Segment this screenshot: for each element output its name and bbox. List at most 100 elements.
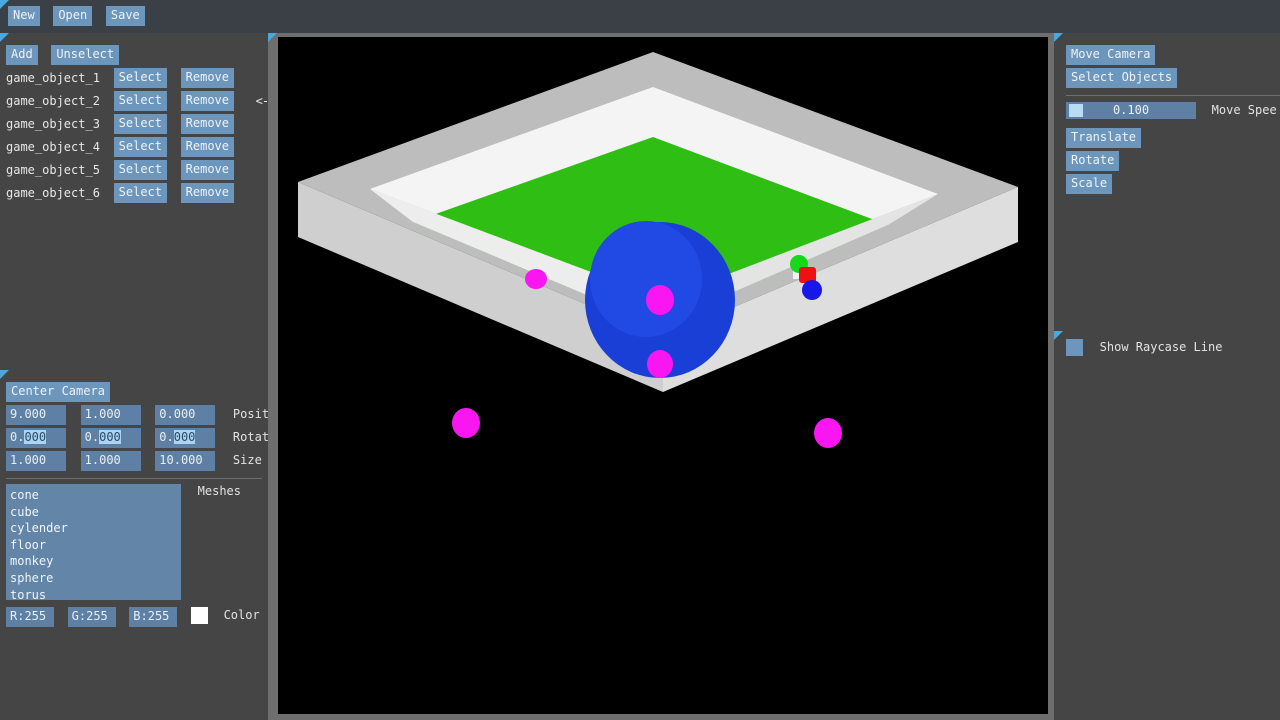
color-swatch[interactable] <box>190 607 208 624</box>
object-properties-panel: Center Camera 9.000 1.000 0.000 Position… <box>0 370 291 630</box>
scene-sphere-highlight <box>590 221 702 337</box>
remove-object-button[interactable]: Remove <box>180 183 234 203</box>
position-z-field[interactable]: 0.000 <box>155 405 216 425</box>
translate-row: Translate <box>1054 125 1280 151</box>
size-row: 1.000 1.000 10.000 Size <box>0 451 268 474</box>
scene-marker <box>647 350 673 378</box>
move-camera-row: Move Camera <box>1054 33 1280 68</box>
remove-object-button[interactable]: Remove <box>180 91 234 111</box>
size-y-field[interactable]: 1.000 <box>80 451 141 471</box>
panel-resize-triangle-icon[interactable] <box>0 33 9 42</box>
rotation-y-field[interactable]: 0.000 <box>80 428 141 448</box>
object-name-label: game_object_1 <box>6 71 100 85</box>
size-z-field[interactable]: 10.000 <box>155 451 216 471</box>
rotation-y-selected-text: 000 <box>99 430 121 444</box>
scene-marker <box>814 418 842 448</box>
scene-marker <box>525 269 547 289</box>
remove-object-button[interactable]: Remove <box>180 137 234 157</box>
select-object-button[interactable]: Select <box>113 114 167 134</box>
scene-marker <box>452 408 480 438</box>
select-object-button[interactable]: Select <box>113 68 167 88</box>
application-window: New Open Save Add Unselect game_object_1… <box>0 0 1280 720</box>
object-name-label: game_object_5 <box>6 163 100 177</box>
show-raycast-label: Show Raycase Line <box>1099 340 1223 354</box>
list-item[interactable]: monkey <box>10 553 181 570</box>
rotation-x-integer: 0. <box>10 430 25 444</box>
color-row: R:255 G:255 B:255 Color <box>0 607 268 627</box>
rotation-z-field[interactable]: 0.000 <box>155 428 216 448</box>
list-item[interactable]: cube <box>10 504 181 521</box>
translate-button[interactable]: Translate <box>1066 128 1142 148</box>
add-object-button[interactable]: Add <box>6 45 38 65</box>
select-objects-button[interactable]: Select Objects <box>1066 68 1178 88</box>
panel-resize-triangle-icon[interactable] <box>0 0 9 9</box>
table-row: game_object_3 Select Remove <box>0 114 268 137</box>
scene-marker <box>646 285 674 315</box>
position-y-field[interactable]: 1.000 <box>80 405 141 425</box>
move-speed-label: Move Spee <box>1211 103 1277 117</box>
rotation-x-field[interactable]: 0.000 <box>6 428 66 448</box>
divider <box>6 478 262 479</box>
game-objects-panel: Add Unselect game_object_1 Select Remove… <box>0 33 275 368</box>
rotate-button[interactable]: Rotate <box>1066 151 1120 171</box>
top-menu-bar: New Open Save <box>0 0 1280 33</box>
mesh-list[interactable]: cone cube cylender floor monkey sphere t… <box>6 484 181 600</box>
list-item[interactable]: cone <box>10 487 181 504</box>
panel-resize-triangle-icon[interactable] <box>268 33 277 42</box>
center-camera-button[interactable]: Center Camera <box>6 382 110 402</box>
list-item[interactable]: sphere <box>10 570 181 587</box>
move-camera-button[interactable]: Move Camera <box>1066 45 1156 65</box>
panel-resize-triangle-icon[interactable] <box>1054 331 1063 340</box>
list-item[interactable]: floor <box>10 537 181 554</box>
move-speed-slider[interactable]: 0.100 <box>1066 102 1196 119</box>
object-name-label: game_object_6 <box>6 186 100 200</box>
table-row: game_object_6 Select Remove <box>0 183 268 206</box>
size-label: Size <box>232 453 262 467</box>
table-row: game_object_4 Select Remove <box>0 137 268 160</box>
show-raycast-checkbox[interactable] <box>1066 339 1083 356</box>
rotation-row: 0.000 0.000 0.000 Rotation <box>0 428 291 451</box>
select-object-button[interactable]: Select <box>113 183 167 203</box>
color-red-field[interactable]: R:255 <box>6 607 54 627</box>
objects-panel-toolbar: Add Unselect <box>0 33 268 68</box>
object-name-label: game_object_4 <box>6 140 100 154</box>
list-item[interactable]: torus <box>10 587 181 600</box>
open-button[interactable]: Open <box>53 6 93 26</box>
new-button[interactable]: New <box>8 6 40 26</box>
center-camera-row: Center Camera <box>0 370 268 405</box>
position-row: 9.000 1.000 0.000 Position <box>0 405 291 428</box>
move-speed-value: 0.100 <box>1112 103 1150 117</box>
select-object-button[interactable]: Select <box>113 160 167 180</box>
move-speed-row: 0.100 Move Spee <box>1054 102 1280 125</box>
select-object-button[interactable]: Select <box>113 137 167 157</box>
scale-row: Scale <box>1054 174 1280 197</box>
color-blue-field[interactable]: B:255 <box>129 607 178 627</box>
remove-object-button[interactable]: Remove <box>180 68 234 88</box>
unselect-object-button[interactable]: Unselect <box>51 45 120 65</box>
scale-button[interactable]: Scale <box>1066 174 1113 194</box>
scene-render <box>298 52 1018 448</box>
color-green-field[interactable]: G:255 <box>67 607 116 627</box>
3d-scene-canvas[interactable] <box>278 37 1048 714</box>
table-row: game_object_5 Select Remove <box>0 160 268 183</box>
remove-object-button[interactable]: Remove <box>180 160 234 180</box>
size-x-field[interactable]: 1.000 <box>6 451 66 471</box>
rotation-x-selected-text: 000 <box>24 430 47 444</box>
rotate-row: Rotate <box>1054 151 1280 174</box>
panel-resize-triangle-icon[interactable] <box>0 370 9 379</box>
list-item[interactable]: cylender <box>10 520 181 537</box>
divider <box>1066 95 1280 96</box>
viewport-frame <box>268 33 1054 720</box>
remove-object-button[interactable]: Remove <box>180 114 234 134</box>
rotation-y-integer: 0. <box>84 430 100 444</box>
table-row: game_object_2 Select Remove <-- <box>0 91 275 114</box>
position-x-field[interactable]: 9.000 <box>6 405 66 425</box>
save-button[interactable]: Save <box>105 6 145 26</box>
gizmo-blue-axis-icon[interactable] <box>802 280 822 300</box>
object-name-label: game_object_2 <box>6 94 100 108</box>
table-row: game_object_1 Select Remove <box>0 68 268 91</box>
show-raycast-row: Show Raycase Line <box>1054 331 1280 358</box>
select-object-button[interactable]: Select <box>113 91 167 111</box>
panel-resize-triangle-icon[interactable] <box>1054 33 1063 42</box>
color-label: Color <box>223 608 260 622</box>
